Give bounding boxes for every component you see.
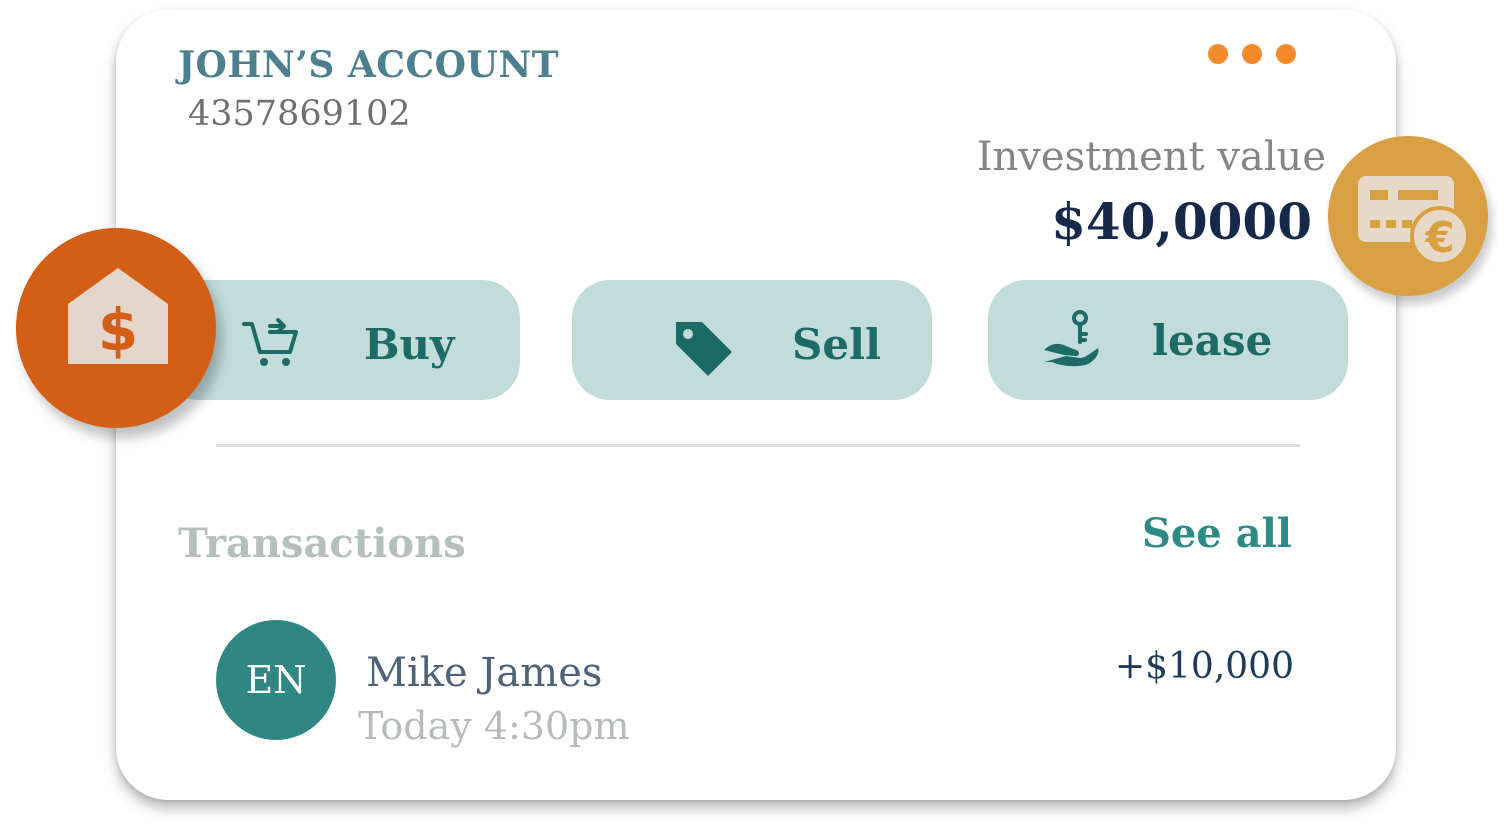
house-dollar-icon: $ <box>68 268 168 364</box>
sell-label: Sell <box>792 320 881 369</box>
price-tag-icon <box>676 322 732 376</box>
account-number: 4357869102 <box>188 94 411 134</box>
lease-button[interactable]: lease <box>988 280 1348 400</box>
house-dollar-badge: $ <box>16 228 216 428</box>
card-euro-icon: € <box>1358 176 1470 266</box>
transaction-amount: +$10,000 <box>1114 646 1294 687</box>
menu-dot <box>1208 44 1228 64</box>
transactions-heading: Transactions <box>178 520 466 567</box>
transaction-name: Mike James <box>366 650 603 696</box>
menu-dot <box>1276 44 1296 64</box>
more-dots-icon[interactable] <box>1208 42 1304 66</box>
investment-label: Investment value <box>976 134 1326 180</box>
cart-add-icon <box>242 318 298 366</box>
svg-text:€: € <box>1424 213 1454 262</box>
svg-text:$: $ <box>98 296 138 364</box>
account-title: JOHN’S ACCOUNT <box>178 44 560 86</box>
hand-key-icon <box>1044 310 1099 367</box>
investment-value: $40,0000 <box>1051 192 1312 251</box>
buy-label: Buy <box>364 320 455 369</box>
see-all-link[interactable]: See all <box>1142 510 1292 557</box>
menu-dot <box>1242 44 1262 64</box>
transaction-time: Today 4:30pm <box>358 704 630 748</box>
sell-button[interactable]: Sell <box>572 280 932 400</box>
avatar: EN <box>216 620 336 740</box>
lease-label: lease <box>1152 316 1273 365</box>
card-euro-badge: € <box>1328 136 1488 296</box>
section-divider <box>216 444 1300 447</box>
